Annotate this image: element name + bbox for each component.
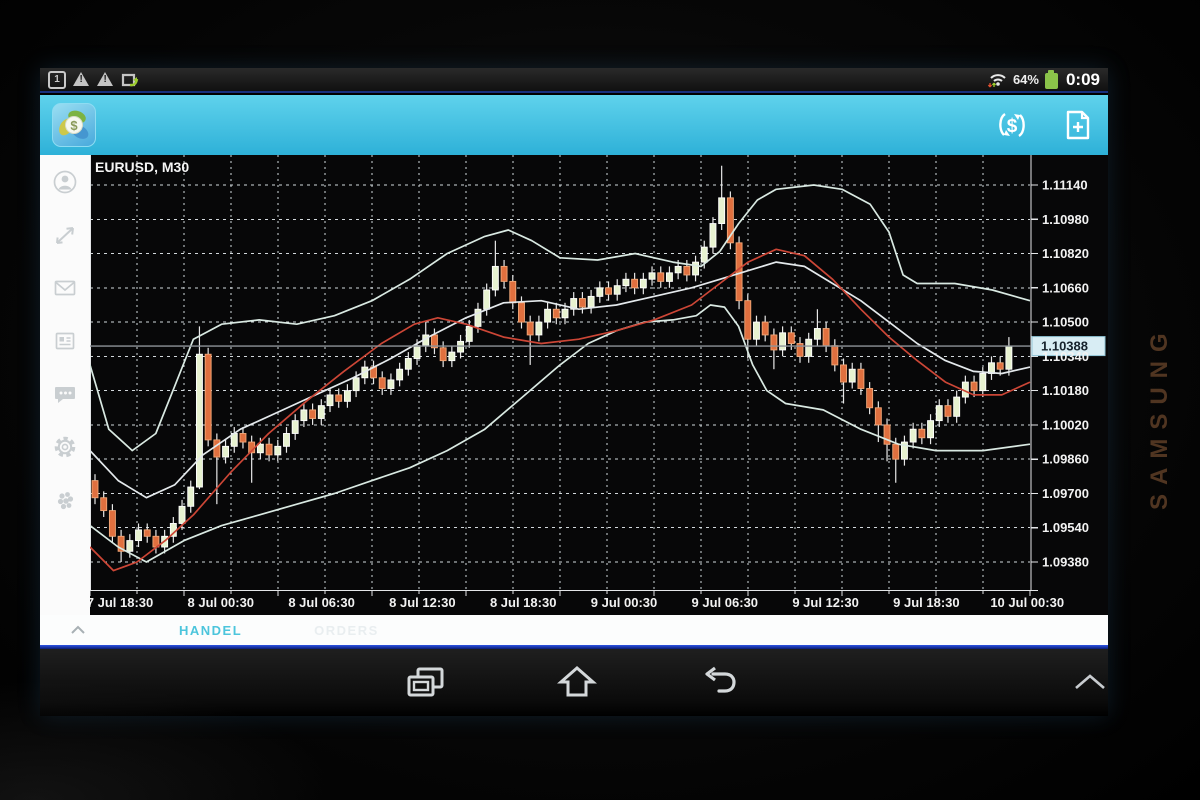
sidebar-item-chat[interactable] bbox=[51, 381, 79, 407]
recents-icon bbox=[406, 665, 444, 699]
app-body: 1.103881.111401.109801.108201.106601.105… bbox=[40, 155, 1108, 645]
svg-text:1.09700: 1.09700 bbox=[1042, 486, 1089, 501]
new-chart-button[interactable] bbox=[1060, 108, 1096, 142]
chevron-up-icon bbox=[70, 625, 86, 635]
svg-text:1.10660: 1.10660 bbox=[1042, 280, 1089, 295]
sidebar bbox=[40, 155, 90, 615]
sidebar-item-journal[interactable] bbox=[51, 487, 79, 513]
app-toolbar: $ $ bbox=[40, 95, 1108, 155]
mailbox-icon bbox=[52, 275, 78, 301]
svg-text:1.10980: 1.10980 bbox=[1042, 212, 1089, 227]
svg-text:9 Jul 18:30: 9 Jul 18:30 bbox=[893, 595, 960, 610]
svg-text:7 Jul 18:30: 7 Jul 18:30 bbox=[90, 595, 153, 610]
chart-symbol-label: EURUSD, M30 bbox=[95, 159, 189, 175]
status-icons-left: 1 bbox=[48, 71, 987, 89]
price-chart-svg[interactable]: 1.103881.111401.109801.108201.106601.105… bbox=[90, 155, 1108, 615]
warning-icon[interactable] bbox=[97, 72, 114, 87]
toolbar-expand-button[interactable] bbox=[1067, 661, 1113, 703]
tablet-screen: 1 64% 0:09 bbox=[40, 68, 1108, 716]
tab-handel[interactable]: HANDEL bbox=[179, 623, 242, 638]
sidebar-item-mailbox[interactable] bbox=[51, 275, 79, 301]
svg-text:1.09860: 1.09860 bbox=[1042, 452, 1089, 467]
trade-arrows-icon bbox=[52, 222, 78, 248]
settings-gear-icon bbox=[52, 434, 78, 460]
status-icons-right: 64% 0:09 bbox=[987, 70, 1100, 90]
svg-text:1.09540: 1.09540 bbox=[1042, 520, 1089, 535]
svg-text:1.10020: 1.10020 bbox=[1042, 417, 1089, 432]
battery-icon bbox=[1045, 73, 1058, 89]
bottom-tabs: HANDEL ORDERS bbox=[40, 615, 1108, 645]
sidebar-item-settings[interactable] bbox=[51, 434, 79, 460]
clock: 0:09 bbox=[1066, 70, 1100, 90]
svg-text:8 Jul 06:30: 8 Jul 06:30 bbox=[288, 595, 355, 610]
android-nav-bar bbox=[40, 649, 1108, 716]
svg-text:8 Jul 00:30: 8 Jul 00:30 bbox=[188, 595, 255, 610]
svg-text:1.10180: 1.10180 bbox=[1042, 383, 1089, 398]
notification-count-icon[interactable]: 1 bbox=[48, 71, 66, 89]
sidebar-item-trade[interactable] bbox=[51, 222, 79, 248]
svg-text:8 Jul 12:30: 8 Jul 12:30 bbox=[389, 595, 456, 610]
svg-text:1.10820: 1.10820 bbox=[1042, 246, 1089, 261]
metatrader-logo-icon: $ bbox=[55, 106, 93, 144]
account-icon bbox=[52, 169, 78, 195]
back-icon bbox=[701, 666, 739, 698]
svg-text:1.10500: 1.10500 bbox=[1042, 315, 1089, 330]
home-button[interactable] bbox=[554, 661, 600, 703]
home-icon bbox=[557, 665, 597, 699]
panel-collapse-button[interactable] bbox=[70, 625, 86, 635]
battery-percent: 64% bbox=[1013, 72, 1039, 87]
caret-up-icon bbox=[1072, 672, 1108, 692]
svg-text:9 Jul 06:30: 9 Jul 06:30 bbox=[692, 595, 759, 610]
trade-currency-button[interactable]: $ bbox=[994, 108, 1030, 142]
new-chart-icon bbox=[1063, 109, 1093, 141]
svg-text:9 Jul 12:30: 9 Jul 12:30 bbox=[792, 595, 859, 610]
recents-button[interactable] bbox=[402, 661, 448, 703]
svg-text:10 Jul 00:30: 10 Jul 00:30 bbox=[990, 595, 1064, 610]
sidebar-item-accounts[interactable] bbox=[51, 169, 79, 195]
svg-text:1.11140: 1.11140 bbox=[1042, 178, 1088, 193]
news-icon bbox=[52, 328, 78, 354]
svg-text:9 Jul 00:30: 9 Jul 00:30 bbox=[591, 595, 658, 610]
photo-stage: 1 64% 0:09 bbox=[0, 0, 1200, 800]
trade-currency-icon: $ bbox=[995, 109, 1029, 141]
status-bar: 1 64% 0:09 bbox=[40, 68, 1108, 93]
price-chart[interactable]: 1.103881.111401.109801.108201.106601.105… bbox=[90, 155, 1108, 615]
warning-icon[interactable] bbox=[73, 72, 90, 87]
svg-text:8 Jul 18:30: 8 Jul 18:30 bbox=[490, 595, 557, 610]
screen-rotate-icon bbox=[121, 72, 140, 88]
metatrader-logo[interactable]: $ bbox=[52, 103, 96, 147]
wifi-icon bbox=[987, 71, 1007, 89]
sidebar-item-news[interactable] bbox=[51, 328, 79, 354]
tab-orders[interactable]: ORDERS bbox=[314, 623, 379, 638]
chat-icon bbox=[52, 381, 78, 407]
back-button[interactable] bbox=[697, 661, 743, 703]
svg-text:$: $ bbox=[70, 118, 78, 133]
journal-icon bbox=[52, 487, 78, 513]
svg-text:1.10340: 1.10340 bbox=[1042, 349, 1089, 364]
svg-text:1.09380: 1.09380 bbox=[1042, 555, 1089, 570]
device-brand-label: SAMSUNG bbox=[1146, 280, 1174, 510]
